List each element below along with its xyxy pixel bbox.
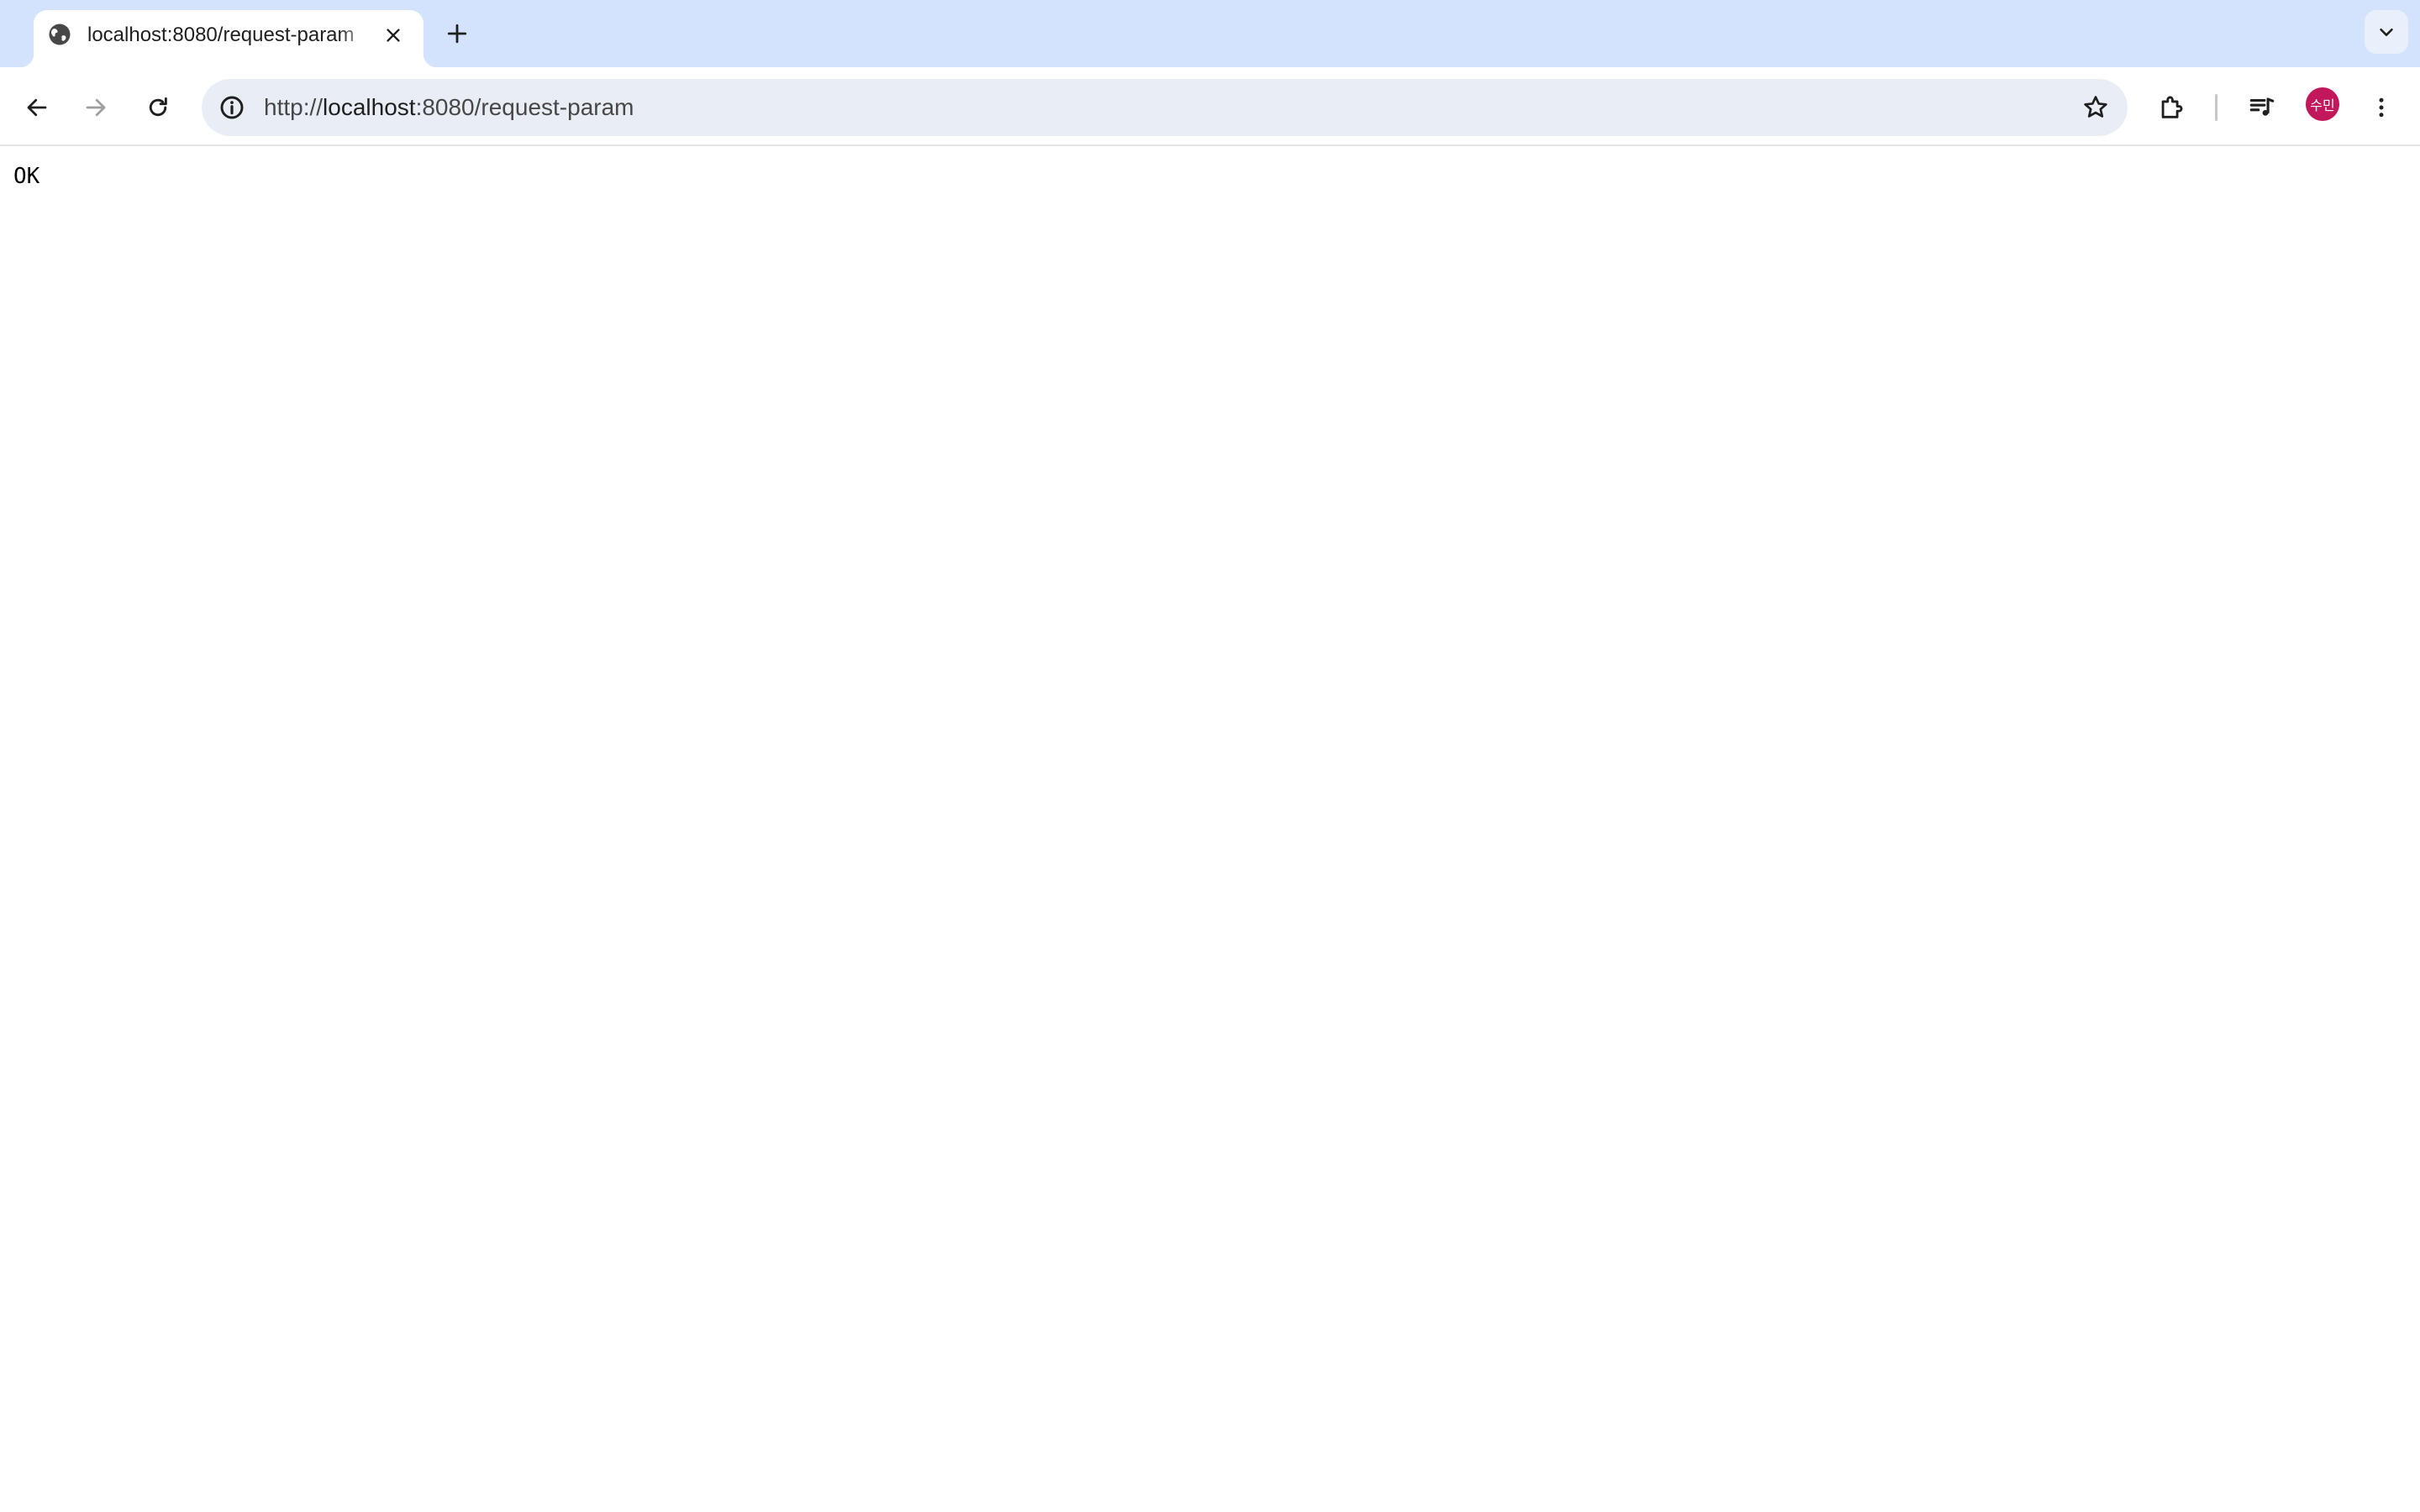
url-scheme: http://	[264, 94, 324, 120]
active-tab[interactable]: localhost:8080/request-param	[20, 10, 437, 67]
arrow-right-icon[interactable]	[74, 86, 118, 129]
chevron-down-icon[interactable]	[2365, 10, 2408, 54]
toolbar-divider	[2215, 94, 2217, 121]
close-icon[interactable]	[376, 18, 410, 52]
arrow-left-icon[interactable]	[15, 86, 59, 129]
page-content: OK	[0, 146, 2420, 1512]
globe-icon	[47, 22, 72, 47]
star-icon[interactable]	[2074, 86, 2118, 129]
url-host: localhost	[323, 94, 416, 120]
reload-icon[interactable]	[136, 86, 180, 129]
response-body-text: OK	[13, 164, 40, 189]
tab-title: localhost:8080/request-param	[87, 24, 355, 46]
info-icon[interactable]	[210, 86, 254, 129]
browser-toolbar: http://localhost:8080/request-param	[0, 67, 2420, 146]
browser-window: localhost:8080/request-param http://loca…	[0, 0, 2420, 1512]
media-control-icon[interactable]	[2240, 86, 2284, 129]
puzzle-icon[interactable]	[2149, 86, 2193, 129]
profile-avatar[interactable]: 수민	[2306, 87, 2339, 121]
url-path: :8080/request-param	[415, 94, 634, 120]
tab-strip: localhost:8080/request-param	[0, 0, 2420, 67]
address-bar[interactable]: http://localhost:8080/request-param	[202, 79, 2128, 136]
url-text[interactable]: http://localhost:8080/request-param	[264, 79, 634, 136]
vertical-dots-icon[interactable]	[2360, 86, 2403, 129]
plus-icon[interactable]	[439, 15, 476, 52]
